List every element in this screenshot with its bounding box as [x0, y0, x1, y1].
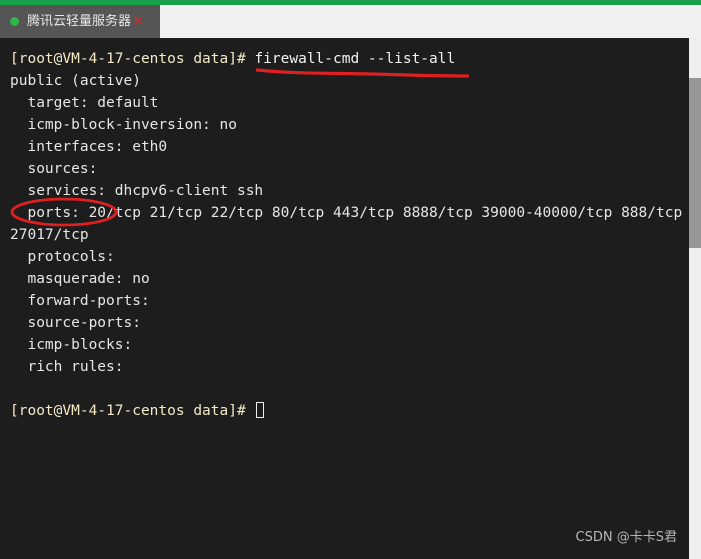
terminal-line-source-ports: source-ports: — [10, 315, 141, 331]
terminal-line-command: [root@VM-4-17-centos data]# firewall-cmd… — [10, 48, 701, 70]
terminal-line-ports: ports: 20/tcp 21/tcp 22/tcp 80/tcp 443/t… — [10, 205, 683, 221]
terminal-lines: [root@VM-4-17-centos data]# firewall-cmd… — [10, 48, 701, 422]
shell-prompt-active: [root@VM-4-17-centos data]# — [10, 403, 255, 419]
close-icon[interactable]: ✕ — [132, 14, 145, 29]
terminal-line-protocols: protocols: — [10, 249, 115, 265]
terminal-line-rich-rules: rich rules: — [10, 359, 124, 375]
scrollbar-thumb[interactable] — [689, 78, 701, 248]
scrollbar-track[interactable] — [689, 38, 701, 559]
terminal-line-forward-ports: forward-ports: — [10, 293, 150, 309]
terminal-line-target: target: default — [10, 95, 159, 111]
command-text: firewall-cmd --list-all — [254, 51, 456, 67]
terminal-line-ports-wrap: 27017/tcp — [10, 227, 89, 243]
tab-label: 腾讯云轻量服务器 — [27, 14, 132, 29]
terminal-window: 腾讯云轻量服务器 ✕ [root@VM-4-17-centos data]# f… — [0, 0, 701, 559]
connection-status-dot — [10, 17, 19, 26]
terminal-line-prompt-active: [root@VM-4-17-centos data]# — [10, 400, 701, 422]
terminal-line-masquerade: masquerade: no — [10, 271, 150, 287]
terminal-line-icmp-block-inversion: icmp-block-inversion: no — [10, 117, 237, 133]
terminal-line-icmp-blocks: icmp-blocks: — [10, 337, 133, 353]
terminal-line-zone: public (active) — [10, 73, 141, 89]
terminal-output-area[interactable]: [root@VM-4-17-centos data]# firewall-cmd… — [0, 38, 701, 559]
terminal-line-services: services: dhcpv6-client ssh — [10, 183, 264, 199]
text-cursor — [256, 402, 265, 418]
tab-bar: 腾讯云轻量服务器 ✕ — [0, 5, 701, 38]
tab-tencent-lighthouse-server[interactable]: 腾讯云轻量服务器 ✕ — [0, 5, 160, 38]
terminal-line-interfaces: interfaces: eth0 — [10, 139, 168, 155]
shell-prompt: [root@VM-4-17-centos data]# — [10, 51, 255, 67]
watermark: CSDN @卡卡S君 — [575, 530, 677, 545]
terminal-line-sources: sources: — [10, 161, 98, 177]
